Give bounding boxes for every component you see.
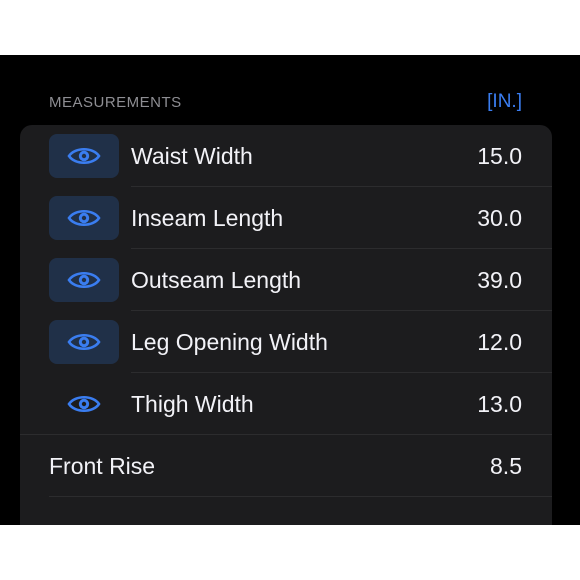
measurement-label: Front Rise [49, 453, 156, 479]
visibility-toggle-button[interactable] [49, 134, 119, 178]
measurement-label: Thigh Width [131, 391, 254, 417]
measurement-value: 39.0 [477, 267, 522, 293]
list-item-thigh-width[interactable]: Thigh Width 13.0 [20, 373, 552, 435]
measurement-value: 30.0 [477, 205, 522, 231]
section-title: MEASUREMENTS [49, 94, 182, 111]
measurement-value: 13.0 [477, 391, 522, 417]
measurements-screen: MEASUREMENTS [IN.] Waist Width 15.0 Inse… [0, 55, 580, 525]
visibility-toggle-button[interactable] [49, 196, 119, 240]
row-divider [49, 496, 552, 497]
measurements-list: Waist Width 15.0 Inseam Length 30.0 Outs… [20, 125, 552, 525]
section-header: MEASUREMENTS [IN.] [0, 55, 580, 125]
eye-icon [67, 209, 101, 227]
eye-icon [67, 395, 101, 413]
measurement-value: 8.5 [490, 453, 522, 479]
visibility-toggle-button[interactable] [49, 320, 119, 364]
visibility-toggle-button[interactable] [49, 258, 119, 302]
list-item-leg-opening-width[interactable]: Leg Opening Width 12.0 [20, 311, 552, 373]
measurement-value: 15.0 [477, 143, 522, 169]
list-item-front-rise[interactable]: Front Rise 8.5 [20, 435, 552, 497]
list-item-outseam-length[interactable]: Outseam Length 39.0 [20, 249, 552, 311]
unit-toggle-button[interactable]: [IN.] [487, 91, 522, 113]
measurement-value: 12.0 [477, 329, 522, 355]
eye-icon [67, 271, 101, 289]
list-item-waist-width[interactable]: Waist Width 15.0 [20, 125, 552, 187]
list-item-inseam-length[interactable]: Inseam Length 30.0 [20, 187, 552, 249]
eye-icon [67, 333, 101, 351]
measurement-label: Inseam Length [131, 205, 284, 231]
eye-icon [67, 147, 101, 165]
measurement-label: Outseam Length [131, 267, 302, 293]
measurement-label: Waist Width [131, 143, 253, 169]
visibility-toggle-button[interactable] [49, 382, 119, 426]
measurement-label: Leg Opening Width [131, 329, 328, 355]
